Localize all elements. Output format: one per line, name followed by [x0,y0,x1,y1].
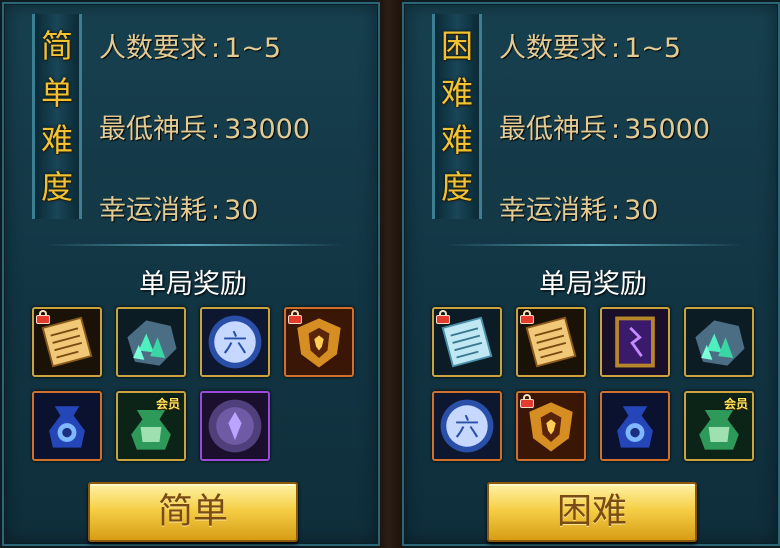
reward-slot-six-orb[interactable]: 六 [200,307,270,377]
six-rune-orb-icon: 六 [434,393,500,459]
lock-icon [436,310,450,324]
crystal-ore-icon [686,309,752,375]
reward-slot-blue-pouch[interactable] [32,391,102,461]
difficulty-char: 度 [440,167,473,206]
hard-button[interactable]: 困难 [487,482,697,542]
difficulty-char: 难 [40,120,73,159]
section-divider [44,244,344,246]
difficulty-char: 难 [440,120,473,159]
svg-text:六: 六 [223,328,248,357]
six-rune-orb-icon: 六 [202,309,268,375]
difficulty-tag: 困 难 难 度 [432,14,482,219]
reward-title: 单局奖励 [139,269,247,300]
difficulty-char: 度 [40,167,73,206]
reward-slot-crystal[interactable] [116,307,186,377]
lock-icon [520,310,534,324]
players-label: 人数要求 [99,33,207,64]
luck-label: 幸运消耗 [499,195,607,226]
reward-slot-crystal[interactable] [684,307,754,377]
reward-slot-armor[interactable] [284,307,354,377]
vip-badge: 会员 [155,397,180,411]
lock-icon [36,310,50,324]
reward-slot-purple-emblem[interactable] [200,391,270,461]
reward-slot-purple-card[interactable] [600,307,670,377]
luck-value: 30 [624,195,659,226]
easy-button[interactable]: 简单 [88,482,298,542]
difficulty-char: 困 [440,26,473,65]
luck-value: 30 [224,195,259,226]
purple-emblem-icon [202,393,268,459]
luck-cost: 幸运消耗:30 [499,195,659,226]
reward-slot-blue-scroll[interactable] [432,307,502,377]
min-weapon-requirement: 最低神兵:35000 [499,114,711,145]
hard-difficulty-panel: 困 难 难 度 人数要求:1~5 最低神兵:35000 幸运消耗:30 单局奖励… [402,2,780,546]
section-divider [444,244,744,246]
reward-slot-six-orb[interactable]: 六 [432,391,502,461]
blue-pouch-icon [602,393,668,459]
vip-badge: 会员 [723,397,748,411]
difficulty-char: 难 [440,73,473,112]
purple-card-icon [602,309,668,375]
luck-label: 幸运消耗 [99,195,207,226]
players-label: 人数要求 [499,33,607,64]
reward-slot-armor[interactable] [516,391,586,461]
min-weapon-value: 33000 [224,114,311,145]
reward-slot-green-pouch[interactable]: 会员 [116,391,186,461]
min-weapon-requirement: 最低神兵:33000 [99,114,311,145]
min-weapon-label: 最低神兵 [99,114,207,145]
reward-slot-scroll[interactable] [32,307,102,377]
lock-icon [520,394,534,408]
min-weapon-value: 35000 [624,114,711,145]
blue-pouch-icon [34,393,100,459]
crystal-ore-icon [118,309,184,375]
reward-title: 单局奖励 [539,269,647,300]
svg-text:六: 六 [455,412,480,441]
difficulty-tag: 简 单 难 度 [32,14,82,219]
players-value: 1~5 [624,33,682,64]
luck-cost: 幸运消耗:30 [99,195,259,226]
reward-slot-green-pouch[interactable]: 会员 [684,391,754,461]
min-weapon-label: 最低神兵 [499,114,607,145]
players-requirement: 人数要求:1~5 [99,33,282,64]
difficulty-char: 单 [40,73,73,112]
reward-slot-scroll[interactable] [516,307,586,377]
difficulty-char: 简 [40,26,73,65]
players-value: 1~5 [224,33,282,64]
lock-icon [288,310,302,324]
easy-difficulty-panel: 简 单 难 度 人数要求:1~5 最低神兵:33000 幸运消耗:30 单局奖励… [2,2,380,546]
players-requirement: 人数要求:1~5 [499,33,682,64]
reward-slot-blue-pouch[interactable] [600,391,670,461]
